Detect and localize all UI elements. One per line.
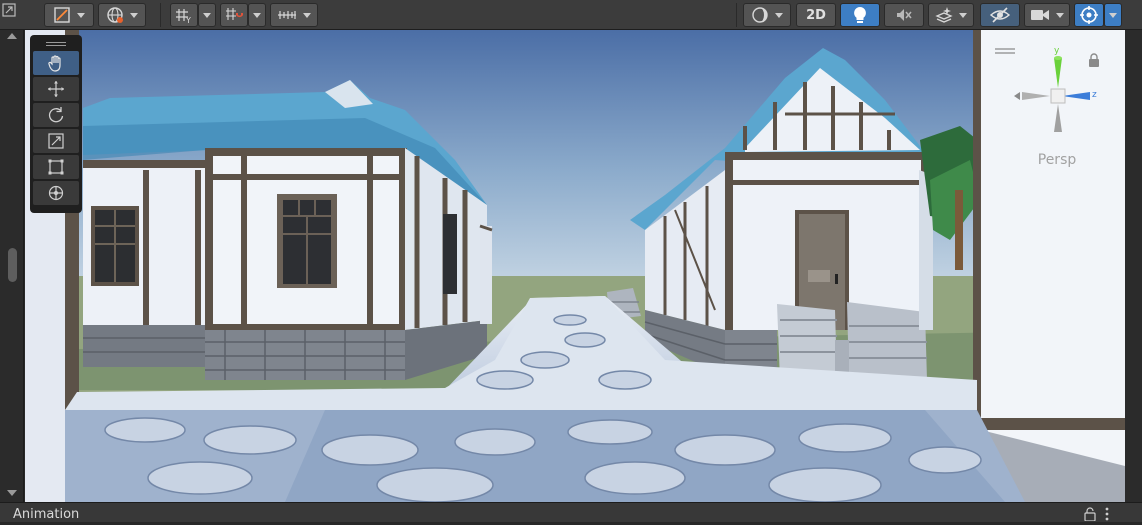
right-edge bbox=[1125, 30, 1142, 502]
tool-handle-button[interactable] bbox=[44, 3, 94, 27]
incremental-snap-button[interactable] bbox=[220, 3, 248, 27]
chevron-down-icon bbox=[303, 12, 311, 18]
chevron-down-icon bbox=[203, 12, 211, 18]
draw-mode-button[interactable] bbox=[743, 3, 791, 27]
scale-tool-icon[interactable] bbox=[33, 129, 79, 153]
scene-toolbar: Y 2D bbox=[0, 0, 1142, 30]
z-axis-label: z bbox=[1092, 90, 1097, 100]
speaker-mute-icon bbox=[895, 6, 913, 24]
projection-label[interactable]: Persp bbox=[992, 152, 1122, 168]
chevron-down-icon bbox=[253, 12, 261, 18]
audio-toggle[interactable] bbox=[884, 3, 924, 27]
2d-toggle[interactable]: 2D bbox=[796, 3, 836, 27]
kebab-menu-icon[interactable] bbox=[1104, 506, 1110, 525]
lightbulb-icon bbox=[852, 6, 868, 24]
chevron-down-icon bbox=[1109, 12, 1117, 18]
transform-tool-icon[interactable] bbox=[33, 181, 79, 205]
orientation-gizmo[interactable]: y z Persp bbox=[992, 36, 1122, 186]
scene-viewport[interactable] bbox=[25, 30, 1125, 502]
grid-snap-dropdown[interactable] bbox=[198, 3, 216, 27]
chevron-down-icon bbox=[1056, 12, 1064, 18]
ruler-icon bbox=[277, 7, 297, 23]
global-local-button[interactable] bbox=[98, 3, 146, 27]
tools-overlay bbox=[30, 35, 82, 213]
camera-button[interactable] bbox=[1024, 3, 1070, 27]
axis-gizmo-icon bbox=[1014, 56, 1090, 132]
scroll-thumb[interactable] bbox=[8, 248, 17, 282]
globe-icon bbox=[106, 6, 124, 24]
scroll-up-icon[interactable] bbox=[7, 33, 17, 39]
magnet-snap-icon bbox=[224, 6, 244, 24]
square-pivot-icon bbox=[53, 6, 71, 24]
lock-icon[interactable] bbox=[1084, 506, 1096, 525]
animation-tab[interactable]: Animation bbox=[13, 507, 79, 523]
gizmos-button[interactable] bbox=[1074, 3, 1104, 27]
effects-icon bbox=[935, 6, 953, 24]
move-tool-icon[interactable] bbox=[33, 77, 79, 101]
left-scrollbar[interactable] bbox=[0, 30, 24, 502]
incremental-snap-dropdown[interactable] bbox=[248, 3, 266, 27]
chevron-down-icon bbox=[775, 12, 783, 18]
scroll-down-icon[interactable] bbox=[7, 490, 17, 496]
chevron-down-icon bbox=[130, 12, 138, 18]
maximize-icon[interactable] bbox=[0, 1, 18, 19]
shaded-sphere-icon bbox=[751, 6, 769, 24]
gizmos-icon bbox=[1079, 5, 1099, 25]
chevron-down-icon bbox=[77, 12, 85, 18]
chevron-down-icon bbox=[959, 12, 967, 18]
2d-label: 2D bbox=[806, 7, 826, 23]
rotate-tool-icon[interactable] bbox=[33, 103, 79, 127]
scene-render bbox=[25, 30, 1125, 502]
ruler-button[interactable] bbox=[270, 3, 318, 27]
eye-slash-icon bbox=[989, 6, 1011, 24]
rect-tool-icon[interactable] bbox=[33, 155, 79, 179]
y-axis-label: y bbox=[1054, 46, 1060, 56]
svg-text:Y: Y bbox=[185, 16, 191, 24]
effects-button[interactable] bbox=[928, 3, 974, 27]
lighting-toggle[interactable] bbox=[840, 3, 880, 27]
grid-snap-button[interactable]: Y bbox=[170, 3, 198, 27]
hand-tool-icon[interactable] bbox=[33, 51, 79, 75]
grid-snapping-icon: Y bbox=[174, 6, 194, 24]
scene-visibility-toggle[interactable] bbox=[980, 3, 1020, 27]
tools-grip[interactable] bbox=[33, 39, 79, 49]
gizmos-dropdown[interactable] bbox=[1104, 3, 1122, 27]
camera-icon bbox=[1030, 7, 1050, 23]
animation-panel-header: Animation bbox=[0, 502, 1142, 522]
